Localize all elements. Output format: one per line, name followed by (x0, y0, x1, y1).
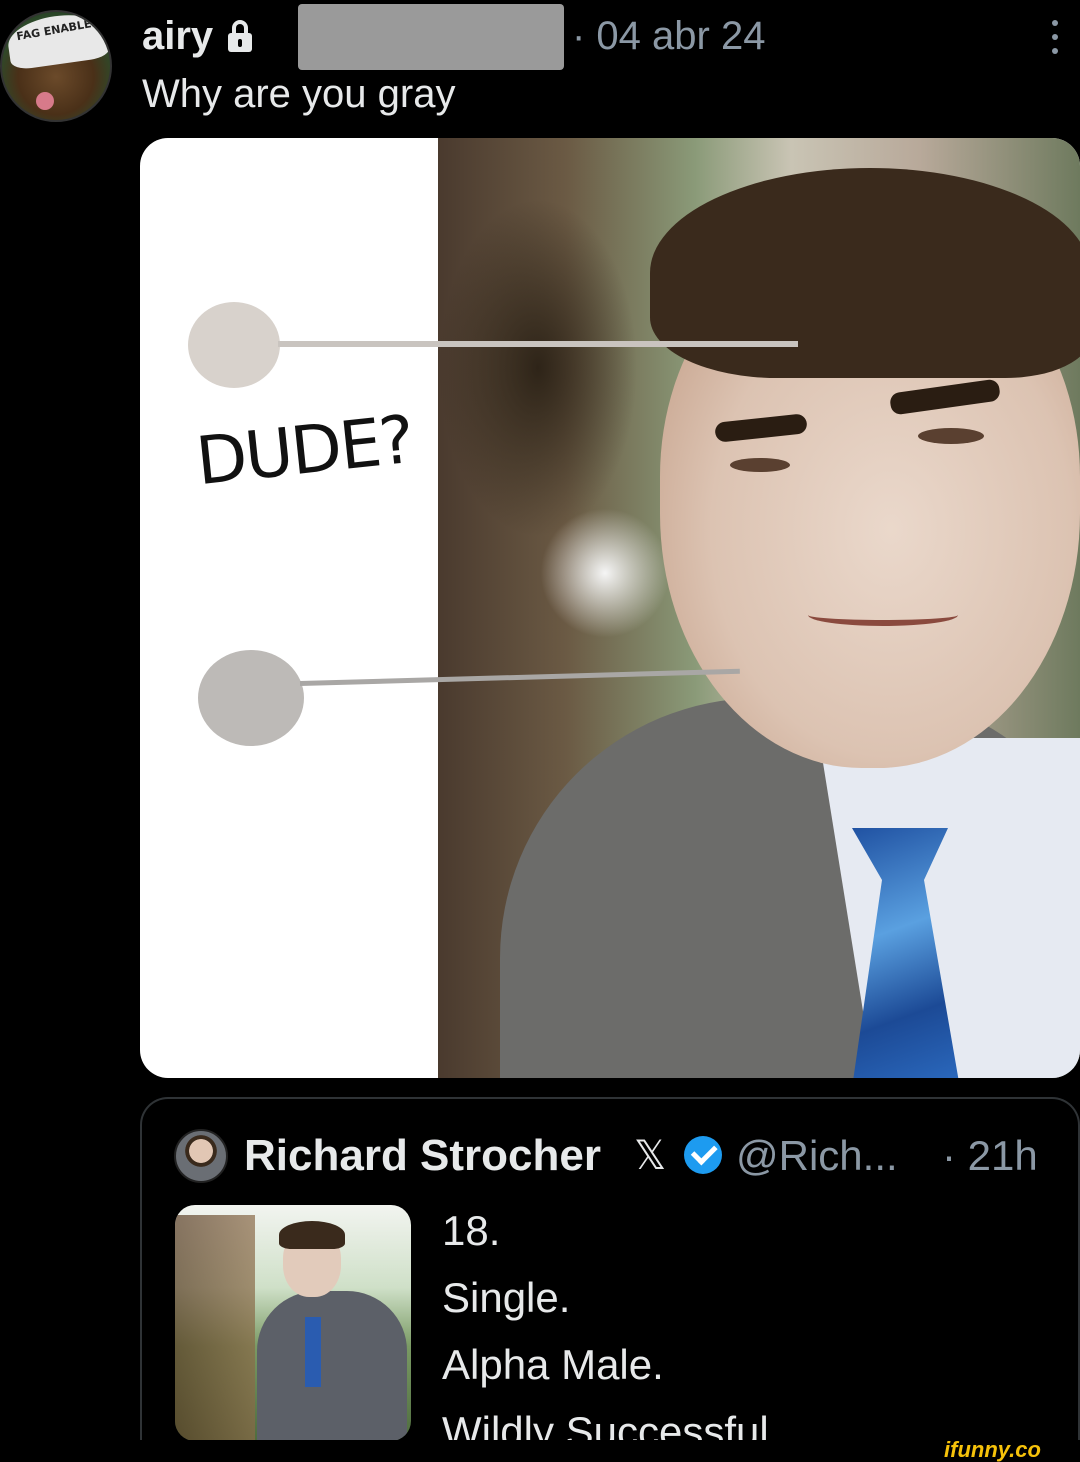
quoted-media-thumbnail[interactable] (175, 1205, 411, 1441)
color-swatch-bottom (198, 650, 304, 746)
author-name[interactable]: airy (142, 14, 213, 59)
avatar-tongue (36, 92, 54, 110)
quoted-line: Single. (442, 1274, 571, 1321)
verified-badge-icon (684, 1136, 722, 1174)
watermark-text: ifunny.co (944, 1437, 1041, 1462)
pointer-line-top (278, 341, 798, 347)
quoted-line: 18. (442, 1207, 501, 1254)
quoted-author-name[interactable]: Richard Strocher (244, 1128, 601, 1184)
tweet-header: airy (142, 8, 253, 64)
media-caption: DUDE? (192, 400, 417, 501)
quoted-author-avatar[interactable] (174, 1129, 228, 1183)
tweet-text: Why are you gray (142, 72, 456, 116)
quoted-timestamp[interactable]: · 21h (942, 1128, 1038, 1184)
quoted-tweet-text: 18. Single. Alpha Male. Wildly Successfu… (442, 1206, 815, 1462)
watermark-bar (0, 1440, 1080, 1462)
author-avatar[interactable]: FAG ENABLER (0, 10, 112, 122)
redacted-handle (298, 4, 564, 70)
x-logo-icon: 𝕏 (634, 1133, 667, 1179)
more-options-icon[interactable] (1050, 20, 1060, 54)
tweet-timestamp[interactable]: · 04 abr 24 (572, 8, 765, 64)
lock-icon (227, 20, 253, 52)
quoted-line: Alpha Male. (442, 1341, 664, 1388)
tweet-media-image[interactable]: DUDE? (140, 138, 1080, 1078)
quoted-author-handle[interactable]: @Rich... (736, 1128, 898, 1184)
color-swatch-top (188, 302, 280, 388)
